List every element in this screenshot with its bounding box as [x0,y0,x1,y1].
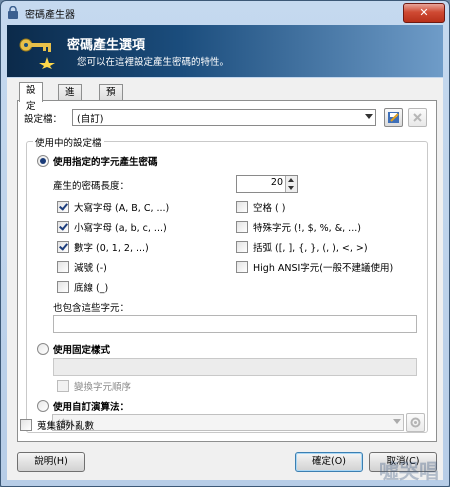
highansi-label: High ANSI字元(一般不建議使用) [253,263,394,274]
lower-checkbox[interactable] [57,221,69,233]
arrow-up-icon [288,178,294,182]
pattern-radio[interactable] [37,343,49,355]
profile-select[interactable]: (自訂) [72,109,376,126]
active-profile-group: 使用中的設定檔 使用指定的字元產生密碼 產生的密碼長度： 20 大寫字母 (A,… [26,135,428,433]
length-value: 20 [270,177,283,188]
charset-radio-label: 使用指定的字元產生密碼 [53,157,158,168]
chevron-down-icon [393,419,401,424]
lock-icon [8,6,18,19]
entropy-checkbox[interactable] [20,419,32,431]
help-button[interactable]: 說明(H) [17,452,85,472]
underline-checkbox[interactable] [57,281,69,293]
length-label: 產生的密碼長度： [53,181,130,192]
window-title: 密碼產生器 [25,10,75,21]
profile-value: (自訂) [77,114,104,125]
pattern-input[interactable] [53,358,417,376]
delete-icon [413,113,422,122]
algorithm-options-button[interactable] [406,413,425,432]
pattern-radio-label: 使用固定樣式 [53,345,111,356]
ok-button[interactable]: 確定(O) [295,452,363,472]
minus-label: 減號 (-) [74,263,107,274]
brackets-label: 括弧 ([, ], {, }, (, ), <, >) [253,243,368,254]
custom-algorithm-radio[interactable] [37,400,49,412]
title-bar: 密碼產生器 ✕ [1,1,449,25]
space-checkbox[interactable] [236,201,248,213]
custom-algorithm-select[interactable]: (無) [52,414,404,431]
include-chars-input[interactable] [53,315,417,333]
charset-radio[interactable] [37,155,49,167]
close-button[interactable]: ✕ [403,3,445,23]
stepper-buttons[interactable] [285,176,297,192]
minus-checkbox[interactable] [57,261,69,273]
arrow-down-icon [288,186,294,190]
group-title: 使用中的設定檔 [33,135,104,149]
settings-panel: 設定檔： (自訂) 使用中的設定檔 使用指定的字元產生密碼 產生的密碼長度： 2… [17,100,437,442]
upper-label: 大寫字母 (A, B, C, ...) [74,203,170,214]
tab-preview[interactable]: 預覽 [99,84,123,114]
brackets-checkbox[interactable] [236,241,248,253]
highansi-checkbox[interactable] [236,261,248,273]
space-label: 空格 ( ) [253,203,286,214]
banner-subtitle: 您可以在這裡設定產生密碼的特性。 [77,57,230,68]
dialog-content: 設定 進階 預覽 設定檔： (自訂) [7,78,443,480]
banner-title: 密碼產生選項 [67,38,146,53]
dialog-window: 密碼產生器 ✕ 密碼產生選項 您可以在這裡設定產生密碼的特性。 設定 進階 預覽… [0,0,450,487]
special-checkbox[interactable] [236,221,248,233]
lower-label: 小寫字母 (a, b, c, ...) [74,223,167,234]
underline-label: 底線 (_) [74,283,109,294]
gear-icon [410,417,421,428]
entropy-label: 蒐集額外亂數 [37,421,95,432]
delete-profile-button[interactable] [408,108,427,127]
save-profile-button[interactable] [384,108,403,127]
watermark-text: 噓哭唱 [379,459,439,483]
chevron-down-icon [365,114,373,119]
include-label: 也包含這些字元： [53,303,130,314]
custom-algorithm-label: 使用自訂演算法： [53,402,130,413]
digits-checkbox[interactable] [57,241,69,253]
save-profile-icon [388,112,399,123]
upper-checkbox[interactable] [57,201,69,213]
special-label: 特殊字元 (!, $, %, &, ...) [253,223,361,234]
keys-icon [19,38,55,69]
header-banner: 密碼產生選項 您可以在這裡設定產生密碼的特性。 [7,25,443,77]
tab-advanced[interactable]: 進階 [58,84,82,114]
length-stepper[interactable]: 20 [236,175,298,193]
digits-label: 數字 (0, 1, 2, ...) [74,243,149,254]
permute-label: 變換字元順序 [74,382,132,393]
tab-settings[interactable]: 設定 [19,82,43,112]
permute-checkbox[interactable] [57,380,69,392]
